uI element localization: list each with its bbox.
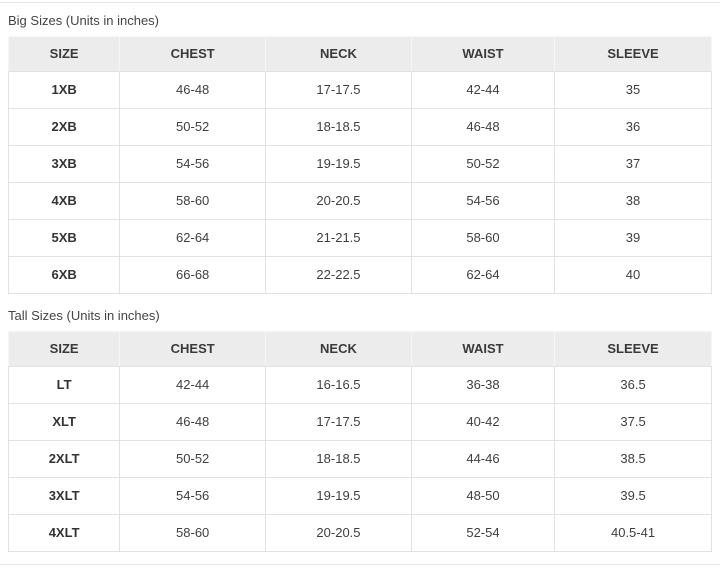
measurement-cell: 20-20.5 [266,515,412,552]
column-header-waist: WAIST [411,37,554,72]
table-row: 3XB54-5619-19.550-5237 [9,146,712,183]
measurement-cell: 40.5-41 [555,515,712,552]
size-cell: LT [9,367,120,404]
measurement-cell: 38.5 [555,441,712,478]
measurement-cell: 42-44 [411,72,554,109]
size-chart-content: Big Sizes (Units in inches) SIZECHESTNEC… [0,13,720,552]
measurement-cell: 62-64 [411,257,554,294]
measurement-cell: 54-56 [120,478,266,515]
big-sizes-title: Big Sizes (Units in inches) [8,13,712,29]
column-header-sleeve: SLEEVE [555,37,712,72]
table-row: XLT46-4817-17.540-4237.5 [9,404,712,441]
size-cell: 6XB [9,257,120,294]
table-row: 3XLT54-5619-19.548-5039.5 [9,478,712,515]
table-row: 4XLT58-6020-20.552-5440.5-41 [9,515,712,552]
measurement-cell: 62-64 [120,220,266,257]
measurement-cell: 37.5 [555,404,712,441]
measurement-cell: 42-44 [120,367,266,404]
column-header-neck: NECK [266,332,412,367]
measurement-cell: 50-52 [120,441,266,478]
size-cell: 4XLT [9,515,120,552]
table-row: 6XB66-6822-22.562-6440 [9,257,712,294]
measurement-cell: 36-38 [411,367,554,404]
tall-sizes-table: SIZECHESTNECKWAISTSLEEVELT42-4416-16.536… [8,331,712,552]
measurement-cell: 16-16.5 [266,367,412,404]
measurement-cell: 50-52 [120,109,266,146]
column-header-size: SIZE [9,332,120,367]
table-row: 5XB62-6421-21.558-6039 [9,220,712,257]
measurement-cell: 21-21.5 [266,220,412,257]
table-row: 2XB50-5218-18.546-4836 [9,109,712,146]
measurement-cell: 58-60 [120,515,266,552]
column-header-sleeve: SLEEVE [555,332,712,367]
table-row: 4XB58-6020-20.554-5638 [9,183,712,220]
size-cell: 3XB [9,146,120,183]
measurement-cell: 52-54 [411,515,554,552]
size-cell: 2XLT [9,441,120,478]
size-cell: 2XB [9,109,120,146]
measurement-cell: 44-46 [411,441,554,478]
measurement-cell: 19-19.5 [266,146,412,183]
measurement-cell: 50-52 [411,146,554,183]
measurement-cell: 36 [555,109,712,146]
bottom-divider [0,564,720,565]
size-cell: 4XB [9,183,120,220]
tall-sizes-title: Tall Sizes (Units in inches) [8,308,712,324]
size-cell: XLT [9,404,120,441]
column-header-size: SIZE [9,37,120,72]
measurement-cell: 38 [555,183,712,220]
measurement-cell: 36.5 [555,367,712,404]
measurement-cell: 17-17.5 [266,404,412,441]
big-sizes-table: SIZECHESTNECKWAISTSLEEVE1XB46-4817-17.54… [8,36,712,294]
size-cell: 3XLT [9,478,120,515]
column-header-chest: CHEST [120,332,266,367]
measurement-cell: 58-60 [120,183,266,220]
big-sizes-section: Big Sizes (Units in inches) SIZECHESTNEC… [8,13,712,294]
size-chart-page: Big Sizes (Units in inches) SIZECHESTNEC… [0,0,720,576]
measurement-cell: 46-48 [120,404,266,441]
measurement-cell: 20-20.5 [266,183,412,220]
measurement-cell: 17-17.5 [266,72,412,109]
tall-sizes-section: Tall Sizes (Units in inches) SIZECHESTNE… [8,308,712,552]
measurement-cell: 40-42 [411,404,554,441]
measurement-cell: 54-56 [411,183,554,220]
measurement-cell: 18-18.5 [266,441,412,478]
measurement-cell: 37 [555,146,712,183]
measurement-cell: 18-18.5 [266,109,412,146]
measurement-cell: 19-19.5 [266,478,412,515]
measurement-cell: 22-22.5 [266,257,412,294]
column-header-neck: NECK [266,37,412,72]
table-row: LT42-4416-16.536-3836.5 [9,367,712,404]
measurement-cell: 39.5 [555,478,712,515]
table-row: 2XLT50-5218-18.544-4638.5 [9,441,712,478]
measurement-cell: 66-68 [120,257,266,294]
measurement-cell: 35 [555,72,712,109]
size-cell: 5XB [9,220,120,257]
column-header-chest: CHEST [120,37,266,72]
column-header-waist: WAIST [411,332,554,367]
measurement-cell: 58-60 [411,220,554,257]
table-header-row: SIZECHESTNECKWAISTSLEEVE [9,332,712,367]
measurement-cell: 48-50 [411,478,554,515]
size-cell: 1XB [9,72,120,109]
measurement-cell: 46-48 [120,72,266,109]
measurement-cell: 40 [555,257,712,294]
top-divider [0,2,720,3]
measurement-cell: 54-56 [120,146,266,183]
measurement-cell: 46-48 [411,109,554,146]
table-row: 1XB46-4817-17.542-4435 [9,72,712,109]
measurement-cell: 39 [555,220,712,257]
table-header-row: SIZECHESTNECKWAISTSLEEVE [9,37,712,72]
